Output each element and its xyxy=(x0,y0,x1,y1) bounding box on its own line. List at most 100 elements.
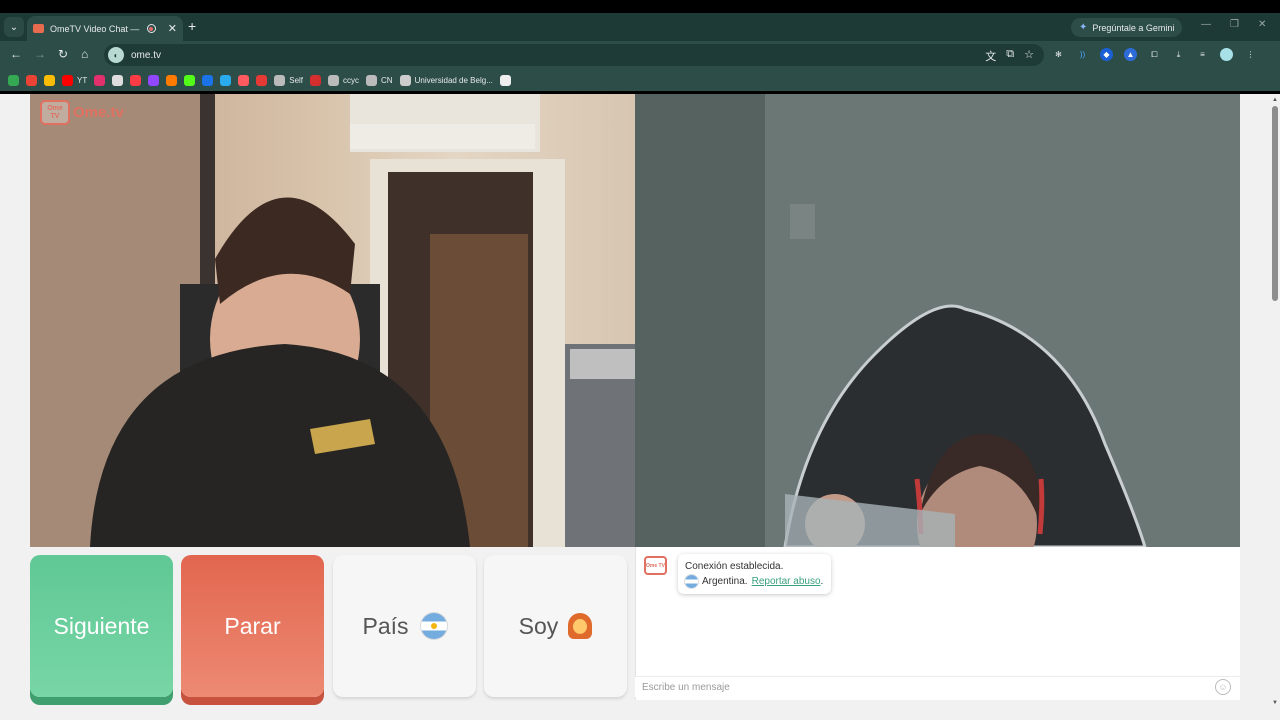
bookmark-item[interactable] xyxy=(112,74,124,86)
bookmark-item[interactable] xyxy=(130,74,142,86)
extension-2-icon[interactable]: )) xyxy=(1076,48,1089,61)
ometv-favicon-icon xyxy=(33,24,44,33)
next-button[interactable]: Siguiente xyxy=(30,555,173,697)
woman-emoji-icon xyxy=(568,613,593,639)
bookmark-favicon-icon xyxy=(202,74,214,86)
url-text: ome.tv xyxy=(131,49,162,61)
bookmark-item[interactable] xyxy=(44,74,55,86)
tab-title: OmeTV Video Chat — Ome xyxy=(50,23,141,34)
argentina-flag-small-icon xyxy=(685,575,698,588)
next-button-label: Siguiente xyxy=(53,612,150,639)
install-app-icon[interactable]: ⧉ xyxy=(1006,48,1014,64)
extension-shield-icon[interactable]: ◆ xyxy=(1100,48,1113,61)
download-icon[interactable]: ⤓ xyxy=(1172,48,1185,61)
close-icon[interactable]: ✕ xyxy=(168,22,177,35)
stop-button[interactable]: Parar xyxy=(181,555,324,697)
bookmark-favicon-icon xyxy=(8,74,19,86)
menu-icon[interactable]: ⋮ xyxy=(1244,48,1257,61)
bookmark-label: Self xyxy=(289,75,304,85)
emoji-smile-icon[interactable]: ☺ xyxy=(1215,679,1231,695)
bookmark-star-icon[interactable]: ☆ xyxy=(1024,48,1034,64)
bookmark-favicon-icon xyxy=(399,74,411,86)
bookmark-item[interactable] xyxy=(8,74,19,86)
country-button[interactable]: País xyxy=(333,555,476,697)
bookmark-item[interactable] xyxy=(184,74,196,86)
maximize-icon[interactable]: ❐ xyxy=(1230,19,1239,30)
address-bar[interactable]: ◐ ome.tv 文 ⧉ ☆ xyxy=(104,44,1044,66)
home-icon[interactable]: ⌂ xyxy=(81,47,88,61)
gemini-button[interactable]: ✦ Pregúntale a Gemini xyxy=(1071,18,1183,37)
report-suffix: . xyxy=(820,576,824,587)
window-top-strip xyxy=(0,0,1280,13)
bookmark-favicon-icon xyxy=(499,74,511,86)
argentina-flag-icon xyxy=(420,613,447,639)
bookmark-favicon-icon xyxy=(220,74,232,86)
remote-video-scene xyxy=(635,94,1240,547)
page-scrollbar[interactable]: ▲ ▼ xyxy=(1270,94,1280,720)
bookmark-favicon-icon xyxy=(112,74,124,86)
bookmark-favicon-icon xyxy=(238,74,250,86)
tab-bar: ⌄ OmeTV Video Chat — Ome ✕ + ✦ Pregúntal… xyxy=(0,13,1280,41)
bookmark-favicon-icon xyxy=(310,74,322,86)
bookmark-favicon-icon xyxy=(166,74,178,86)
bookmark-item[interactable]: ccyc xyxy=(328,74,360,86)
gender-button-label: Soy xyxy=(518,612,559,639)
gender-button[interactable]: Soy xyxy=(484,555,627,697)
message-bar: ☺ xyxy=(635,676,1240,697)
country-button-label: País xyxy=(362,612,409,639)
ometv-logo[interactable]: Ome TV Ome.tv xyxy=(40,100,124,125)
message-input[interactable] xyxy=(642,681,1202,693)
chevron-down-icon: ⌄ xyxy=(9,21,19,33)
tab-search-button[interactable]: ⌄ xyxy=(4,17,24,37)
bookmark-favicon-icon xyxy=(366,74,378,86)
bookmark-item[interactable] xyxy=(26,74,37,86)
extension-1-icon[interactable]: ✻ xyxy=(1052,48,1065,61)
bookmark-favicon-icon xyxy=(62,74,73,86)
bookmark-favicon-icon xyxy=(44,74,55,86)
tab-ometv[interactable]: OmeTV Video Chat — Ome ✕ xyxy=(27,16,183,41)
browser-toolbar: ← → ↻ ⌂ ◐ ome.tv 文 ⧉ ☆ ✻ )) ◆ ▲ ⧠ ⤓ ≡ ⋮ xyxy=(0,41,1280,69)
bookmark-item[interactable]: YT xyxy=(62,74,88,86)
new-tab-button[interactable]: + xyxy=(188,18,196,34)
forward-icon[interactable]: → xyxy=(34,47,46,61)
bookmark-item[interactable] xyxy=(166,74,178,86)
bookmark-label: CN xyxy=(381,75,393,85)
bookmark-item[interactable]: Universidad de Belg... xyxy=(399,74,493,86)
bookmark-label: Universidad de Belg... xyxy=(414,75,493,85)
bookmark-item[interactable]: Self xyxy=(274,74,304,86)
bookmark-item[interactable]: CN xyxy=(366,74,393,86)
scroll-up-icon[interactable]: ▲ xyxy=(1272,97,1278,103)
connection-status: Conexión establecida. xyxy=(685,561,784,572)
minimize-icon[interactable]: — xyxy=(1201,19,1211,30)
translate-icon[interactable]: 文 xyxy=(985,48,996,64)
local-video: Ome TV Ome.tv xyxy=(30,94,635,547)
remote-video xyxy=(635,94,1240,547)
bookmark-item[interactable] xyxy=(256,74,268,86)
report-abuse-link[interactable]: Reportar abuso xyxy=(752,576,821,587)
profile-avatar[interactable] xyxy=(1220,48,1233,61)
bookmark-item[interactable] xyxy=(310,74,322,86)
bookmarks-bar: YT Self ccyc CN Universidad de Belg... xyxy=(0,69,1280,91)
gemini-icon: ✦ xyxy=(1079,22,1088,33)
extension-cursor-icon[interactable]: ▲ xyxy=(1124,48,1137,61)
back-icon[interactable]: ← xyxy=(10,47,22,61)
site-info-icon[interactable]: ◐ xyxy=(108,47,124,63)
scrollbar-thumb[interactable] xyxy=(1272,106,1278,301)
bookmark-item[interactable] xyxy=(94,74,106,86)
bookmark-item[interactable] xyxy=(220,74,232,86)
gemini-label: Pregúntale a Gemini xyxy=(1092,22,1175,33)
reload-icon[interactable]: ↻ xyxy=(58,47,68,61)
bookmark-item[interactable] xyxy=(148,74,160,86)
bookmark-favicon-icon xyxy=(274,74,286,86)
local-video-scene xyxy=(30,94,635,547)
bookmark-favicon-icon xyxy=(94,74,106,86)
window-close-icon[interactable]: ✕ xyxy=(1258,19,1266,30)
media-icon[interactable]: ≡ xyxy=(1196,48,1209,61)
bookmark-label: YT xyxy=(77,75,88,85)
bookmark-item[interactable] xyxy=(499,74,511,86)
bookmark-item[interactable] xyxy=(238,74,250,86)
scroll-down-icon[interactable]: ▼ xyxy=(1272,700,1278,706)
bookmark-label: ccyc xyxy=(343,75,360,85)
extensions-puzzle-icon[interactable]: ⧠ xyxy=(1148,48,1161,61)
bookmark-item[interactable] xyxy=(202,74,214,86)
